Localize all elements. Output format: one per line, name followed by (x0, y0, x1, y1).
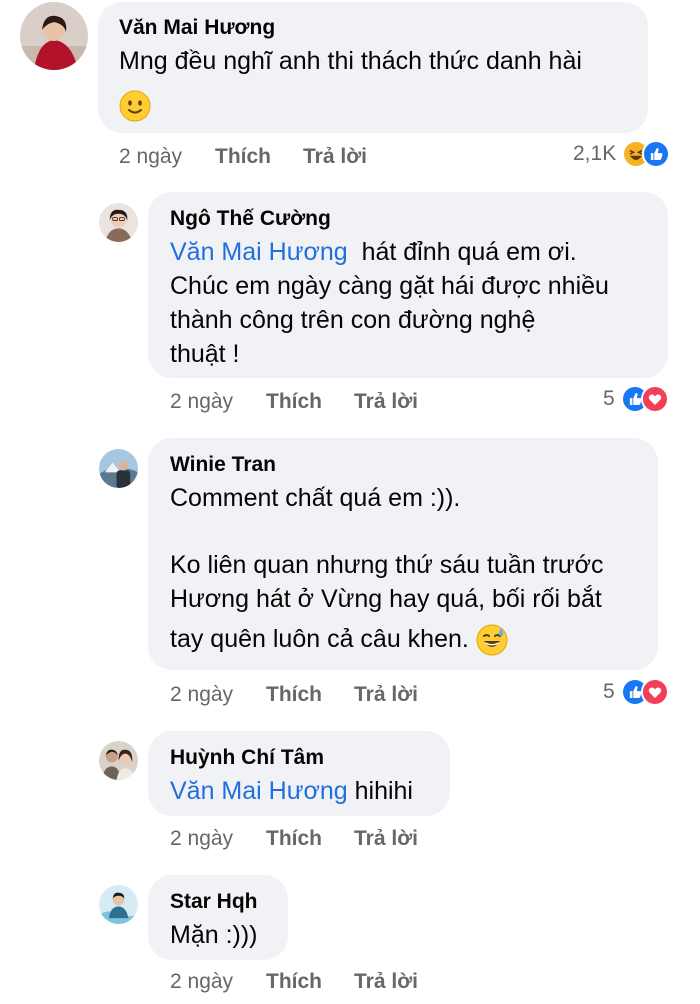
comment-time[interactable]: 2 ngày (170, 827, 233, 851)
comment-text-line: Chúc em ngày càng gặt hái được nhiều (170, 272, 609, 300)
like-button[interactable]: Thích (266, 827, 322, 851)
like-button[interactable]: Thích (266, 683, 322, 707)
comment-text-fragment: hát đỉnh quá em ơi. (361, 238, 577, 266)
avatar[interactable] (99, 203, 138, 242)
love-icon (640, 678, 669, 706)
grinning-sweat-face-icon (476, 624, 508, 656)
reply-button[interactable]: Trả lời (354, 827, 418, 851)
comment-author[interactable]: Văn Mai Hương (119, 16, 275, 40)
mention-link[interactable]: Văn Mai Hương (170, 777, 348, 805)
avatar-photo-icon (99, 741, 138, 780)
comment-text-line: thuật ! (170, 340, 240, 368)
comment-text-line: tay quên luôn cả câu khen. (170, 622, 508, 656)
comment-author[interactable]: Ngô Thế Cường (170, 207, 331, 231)
like-button[interactable]: Thích (215, 145, 271, 169)
comment-text-fragment: hihihi (354, 777, 413, 805)
mention-link[interactable]: Văn Mai Hương (170, 238, 348, 266)
reaction-count: 5 (603, 680, 615, 703)
comment-text-line: Văn Mai Hương hát đỉnh quá em ơi. (170, 235, 577, 269)
reaction-summary[interactable]: 2,1K (573, 140, 671, 168)
comment-time[interactable]: 2 ngày (170, 970, 233, 994)
like-button[interactable]: Thích (266, 970, 322, 994)
comment-text-line: Văn Mai Hương hihihi (170, 774, 413, 808)
reaction-summary[interactable]: 5 (603, 678, 669, 706)
comment-time[interactable]: 2 ngày (119, 145, 182, 169)
reply-button[interactable]: Trả lời (354, 390, 418, 414)
comment-text: Mng đều nghĩ anh thi thách thức danh hài (119, 47, 582, 75)
comment-author[interactable]: Winie Tran (170, 453, 276, 477)
comment-emoji-line (119, 88, 151, 122)
avatar[interactable] (99, 741, 138, 780)
reaction-count: 2,1K (573, 142, 617, 165)
reply-button[interactable]: Trả lời (354, 683, 418, 707)
avatar-photo-icon (99, 449, 138, 488)
reaction-count: 5 (603, 387, 615, 410)
comment-author[interactable]: Star Hqh (170, 890, 258, 914)
comment-text-line: Comment chất quá em :)). (170, 484, 461, 512)
avatar-photo-icon (99, 203, 138, 242)
avatar-photo-icon (20, 2, 88, 70)
avatar[interactable] (99, 885, 138, 924)
comment-time[interactable]: 2 ngày (170, 390, 233, 414)
love-icon (640, 385, 669, 413)
comment-text-line: Ko liên quan nhưng thứ sáu tuần trước (170, 551, 604, 579)
like-icon (642, 140, 671, 168)
comment-time[interactable]: 2 ngày (170, 683, 233, 707)
slightly-smiling-face-icon (119, 90, 151, 122)
avatar[interactable] (20, 2, 88, 70)
like-button[interactable]: Thích (266, 390, 322, 414)
reply-button[interactable]: Trả lời (303, 145, 367, 169)
avatar-photo-icon (99, 885, 138, 924)
comment-text-fragment: tay quên luôn cả câu khen. (170, 625, 469, 653)
comment-text-line: thành công trên con đường nghệ (170, 306, 536, 334)
reply-button[interactable]: Trả lời (354, 970, 418, 994)
reaction-summary[interactable]: 5 (603, 385, 669, 413)
comment-author[interactable]: Huỳnh Chí Tâm (170, 746, 324, 770)
comment-text-line: Hương hát ở Vừng hay quá, bối rối bắt (170, 585, 602, 613)
comment-text-line: Mặn :))) (170, 921, 258, 949)
avatar[interactable] (99, 449, 138, 488)
